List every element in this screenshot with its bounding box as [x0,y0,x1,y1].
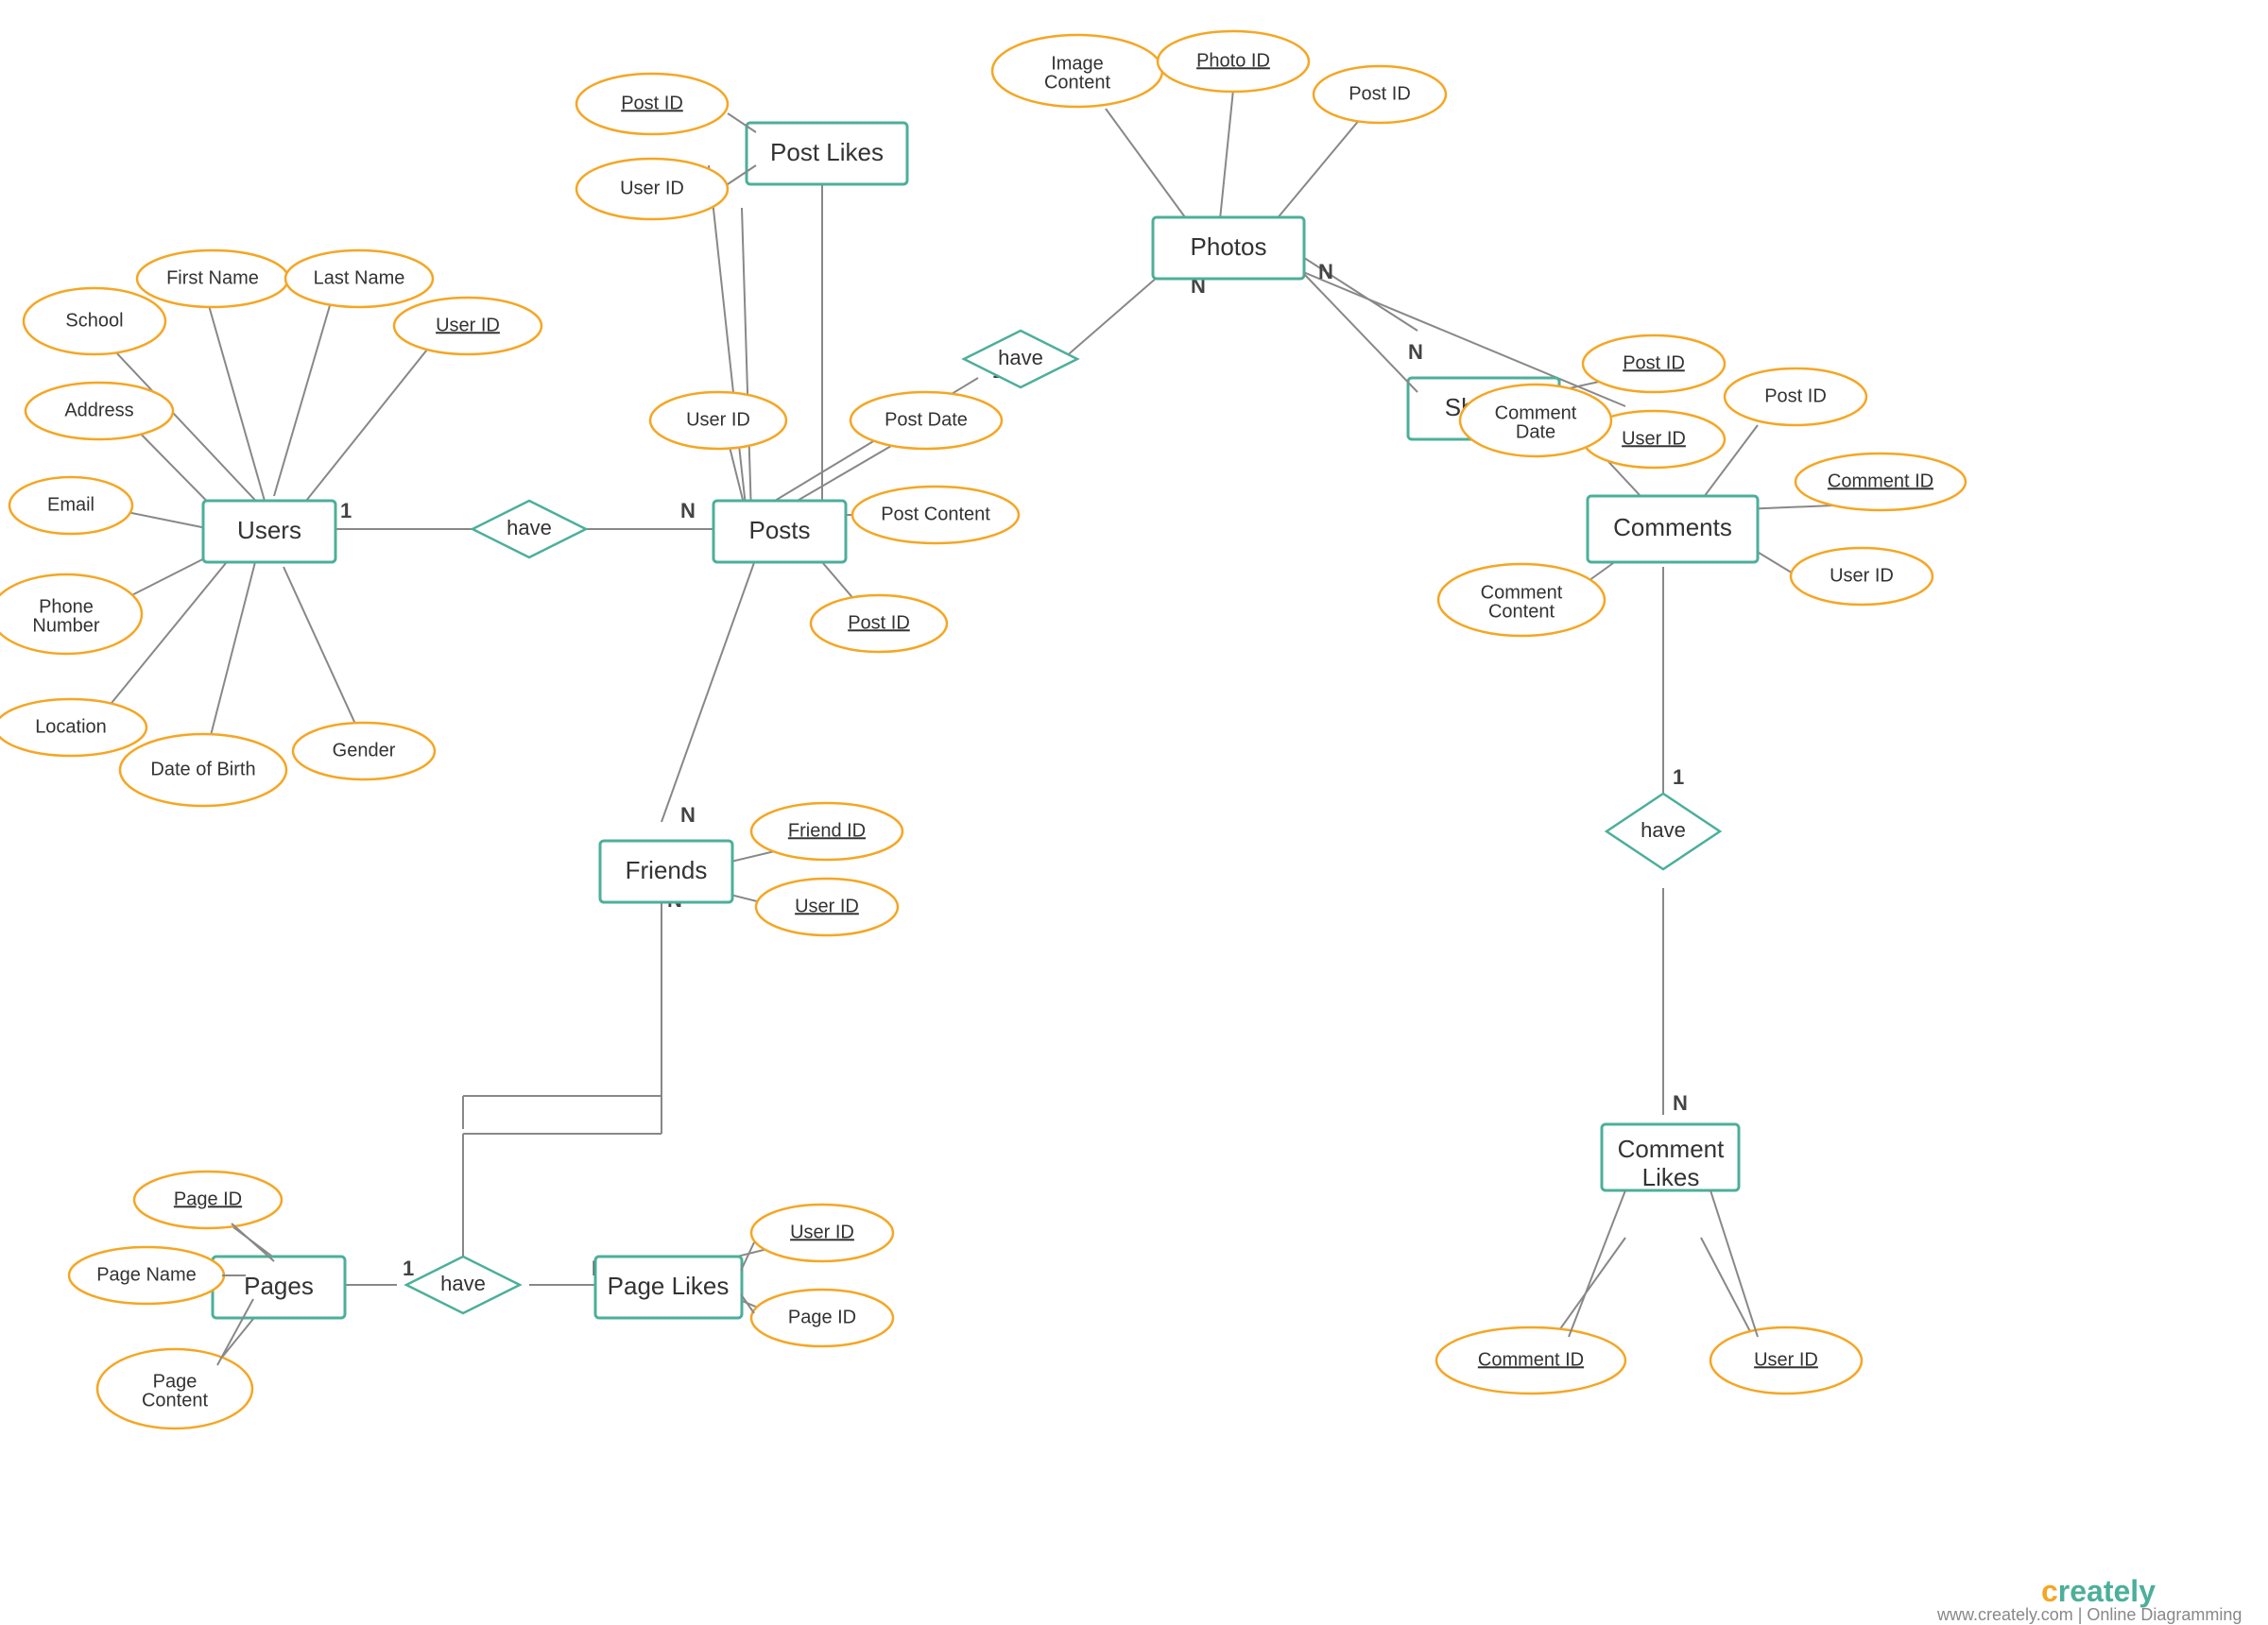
attr-comments-postid-label: Post ID [1764,385,1827,406]
rel-have1-label: have [507,516,552,539]
attr-users-address-label: Address [64,400,133,420]
attr-users-email-label: Email [47,494,94,515]
entity-posts-label: Posts [748,516,810,544]
attr-pages-pagename-label: Page Name [96,1264,197,1285]
entity-comment-likes-label1: Comment [1618,1135,1725,1163]
entity-comment-likes-label2: Likes [1642,1163,1700,1191]
attr-users-phonenumber-label1: Phone [39,596,94,617]
entity-friends-label: Friends [626,856,708,884]
attr-posts-postdate-label: Post Date [885,409,968,430]
attr-pages-pagecontent-label1: Page [153,1371,198,1392]
entity-comments-label: Comments [1613,513,1732,541]
attr-photos-postid-label: Post ID [1349,83,1411,104]
attr-users-location-label: Location [35,716,107,737]
attr-pages-pageid-label: Page ID [174,1189,242,1209]
svg-text:N: N [1673,1091,1688,1115]
attr-comments-commentdate-label1: Comment [1495,402,1577,423]
attr-friends-friendid-label: Friend ID [788,820,866,841]
rel-have2-label: have [998,346,1043,369]
attr-shares-userid-label: User ID [1622,428,1686,449]
attr-commentlikes-userid-label: User ID [1754,1349,1818,1370]
attr-pagelikes-userid-label: User ID [790,1222,854,1242]
attr-users-userid-label: User ID [436,315,500,335]
entity-page-likes-label: Page Likes [608,1272,730,1300]
attr-users-dateofbirth-label: Date of Birth [150,759,255,779]
brand-creately: creately [2041,1574,2156,1608]
attr-pagelikes-pageid-label: Page ID [788,1307,856,1327]
attr-postlikes-postid-label: Post ID [621,93,683,113]
attr-photos-imagecontent-label2: Content [1044,72,1110,93]
attr-shares-postid-label: Post ID [1623,352,1685,373]
attr-users-school-label: School [65,310,123,331]
rel-have3-label: have [1641,818,1686,842]
entity-post-likes-label: Post Likes [770,138,884,166]
svg-text:N: N [1318,260,1333,283]
attr-comments-commentcontent-label1: Comment [1481,582,1563,603]
attr-comments-commentdate-label2: Date [1516,421,1555,442]
svg-text:N: N [1408,340,1423,364]
attr-users-firstname-label: First Name [166,267,259,288]
attr-commentlikes-commentid-label: Comment ID [1478,1349,1584,1370]
er-diagram: 1 N N 1 N N N N 1 N 1 N N Post Likes Pho… [0,0,2268,1625]
entity-pages-label: Pages [244,1272,314,1300]
attr-users-phonenumber-label2: Number [32,615,99,636]
watermark: www.creately.com | Online Diagramming [1936,1605,2242,1624]
attr-pages-pagecontent-label2: Content [142,1390,208,1411]
attr-users-gender-label: Gender [333,740,396,761]
attr-posts-postcontent-label: Post Content [881,504,990,524]
attr-photos-photoid-label: Photo ID [1196,50,1270,71]
attr-friends-userid-label: User ID [795,896,859,916]
attr-posts-userid-label: User ID [686,409,750,430]
svg-text:N: N [680,499,696,522]
entity-photos-label: Photos [1191,232,1267,261]
svg-text:N: N [680,803,696,827]
attr-comments-commentid-label: Comment ID [1828,470,1933,491]
attr-postlikes-userid-label: User ID [620,178,684,198]
attr-comments-userid-label: User ID [1830,565,1894,586]
rel-have4-label: have [440,1272,486,1295]
entity-users-label: Users [237,516,301,544]
attr-posts-postid-label: Post ID [848,612,910,633]
svg-text:1: 1 [403,1257,414,1280]
attr-photos-imagecontent-label1: Image [1051,53,1104,74]
attr-users-lastname-label: Last Name [314,267,405,288]
svg-text:1: 1 [1673,765,1684,789]
svg-text:1: 1 [340,499,352,522]
attr-comments-commentcontent-label2: Content [1488,601,1555,622]
